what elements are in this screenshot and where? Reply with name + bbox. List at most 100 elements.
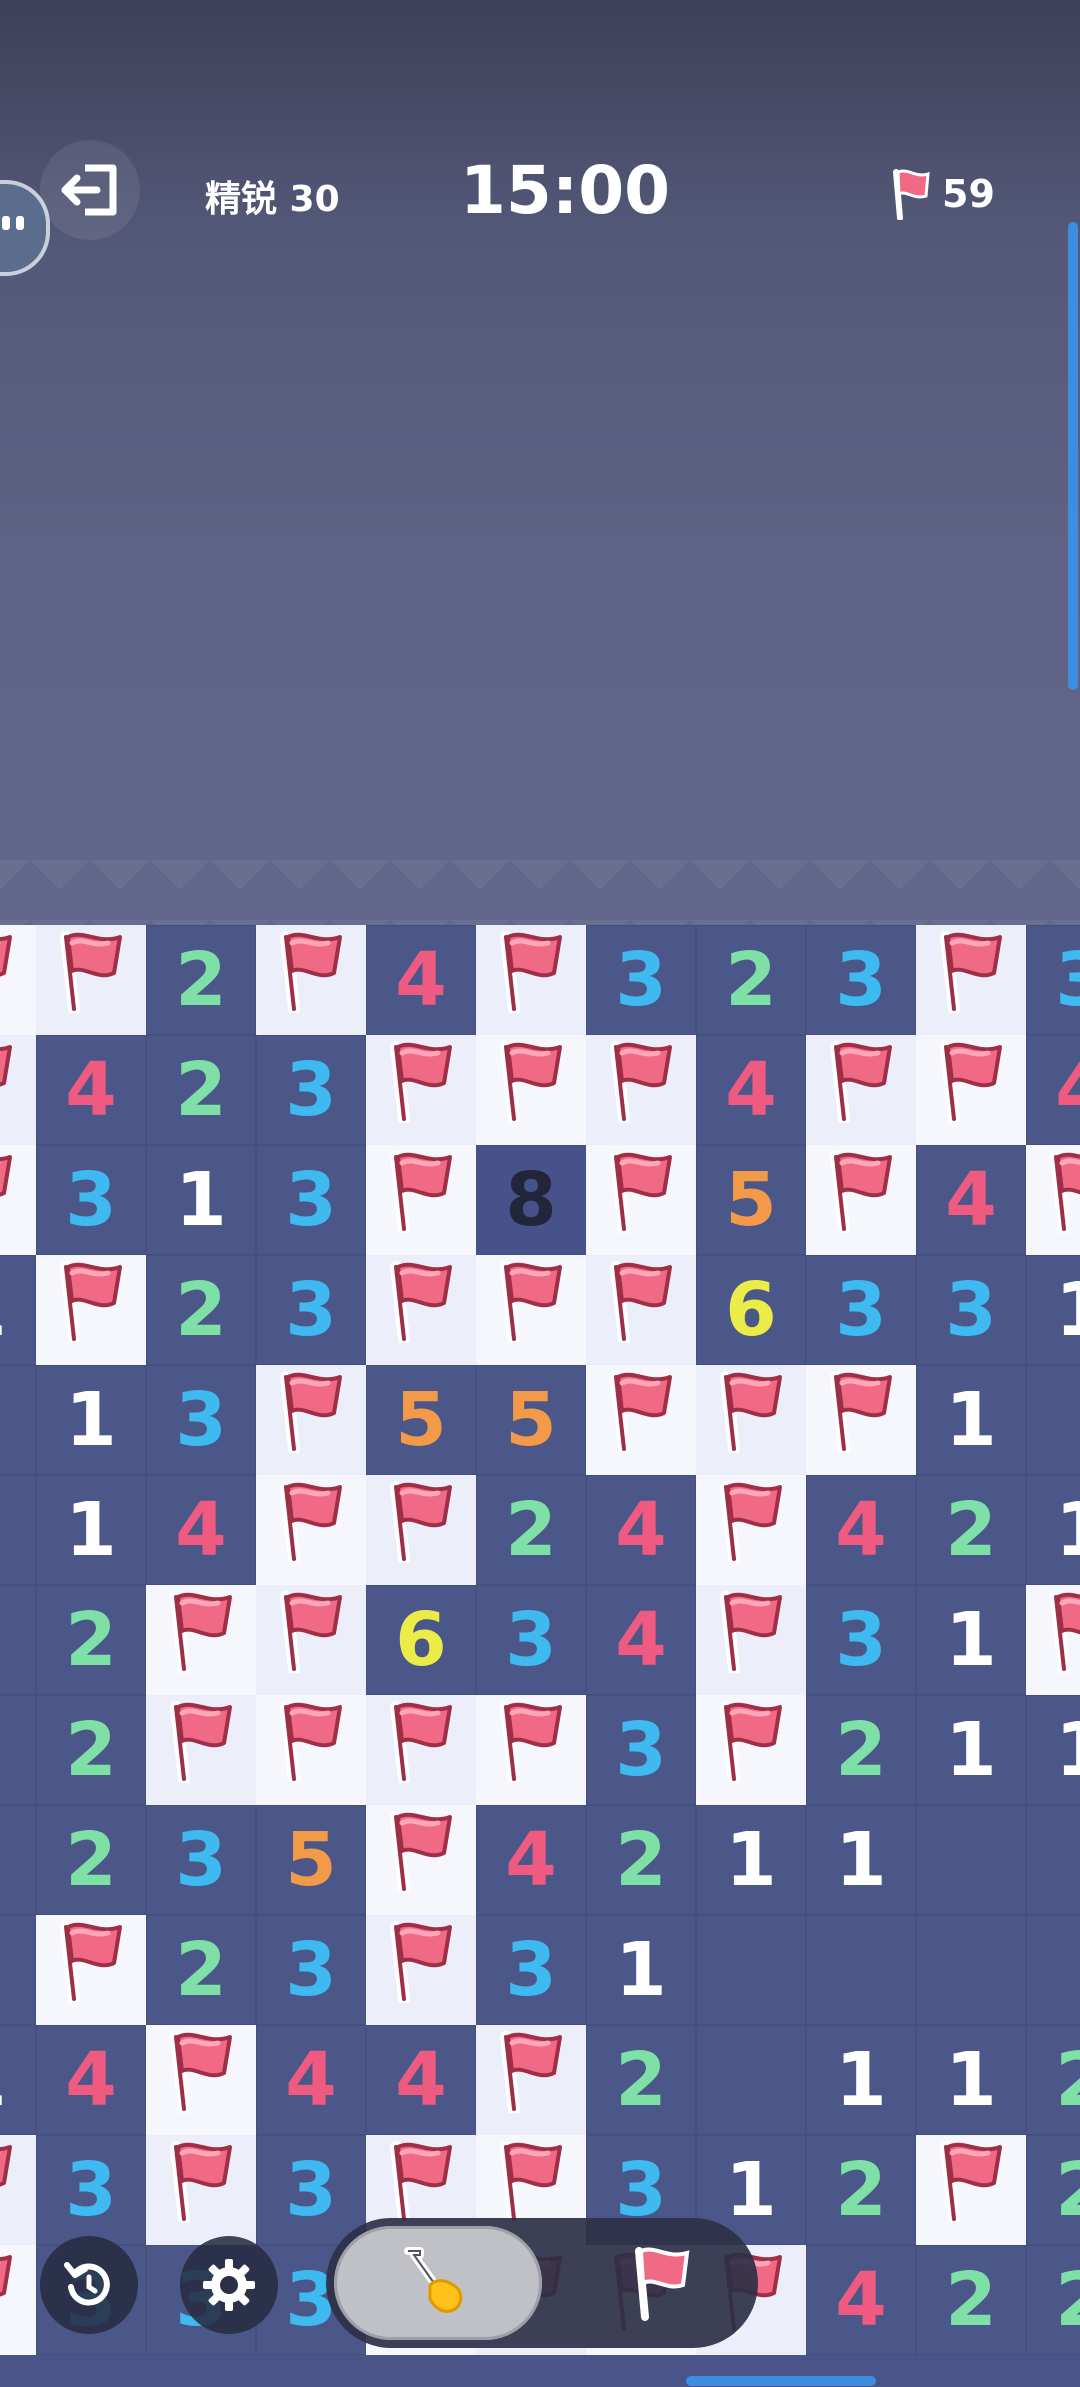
flagged-cell[interactable] xyxy=(586,1035,696,1145)
number-cell[interactable]: 3 xyxy=(256,1145,366,1255)
flagged-cell[interactable] xyxy=(146,1585,256,1695)
flagged-cell[interactable] xyxy=(0,2245,36,2355)
flagged-cell[interactable] xyxy=(696,1695,806,1805)
flagged-cell[interactable] xyxy=(366,1255,476,1365)
flagged-cell[interactable] xyxy=(366,1695,476,1805)
mode-toggle[interactable] xyxy=(326,2218,758,2348)
number-cell[interactable]: 6 xyxy=(696,1255,806,1365)
number-cell[interactable]: 4 xyxy=(806,1475,916,1585)
number-cell[interactable]: 1 xyxy=(146,1145,256,1255)
number-cell[interactable]: 2 xyxy=(1026,2245,1080,2355)
flagged-cell[interactable] xyxy=(0,1035,36,1145)
number-cell[interactable]: 5 xyxy=(696,1145,806,1255)
number-cell[interactable]: 1 xyxy=(586,1915,696,2025)
exit-button[interactable] xyxy=(40,140,140,240)
number-cell[interactable]: 4 xyxy=(366,925,476,1035)
minefield-board[interactable]: 2432334234431385412363311355114244212634… xyxy=(0,925,1080,2387)
flagged-cell[interactable] xyxy=(476,2025,586,2135)
number-cell[interactable]: 4 xyxy=(916,1145,1026,1255)
number-cell[interactable]: 3 xyxy=(256,1255,366,1365)
empty-cell[interactable] xyxy=(0,1365,36,1475)
number-cell[interactable]: 1 xyxy=(1026,1695,1080,1805)
number-cell[interactable]: 4 xyxy=(36,1035,146,1145)
number-cell[interactable]: 4 xyxy=(696,1035,806,1145)
number-cell[interactable]: 3 xyxy=(476,1915,586,2025)
flagged-cell[interactable] xyxy=(146,2135,256,2245)
flagged-cell[interactable] xyxy=(366,1915,476,2025)
number-cell[interactable]: 2 xyxy=(146,925,256,1035)
flagged-cell[interactable] xyxy=(916,1035,1026,1145)
flagged-cell[interactable] xyxy=(476,1035,586,1145)
flagged-cell[interactable] xyxy=(366,1805,476,1915)
number-cell[interactable]: 2 xyxy=(586,2025,696,2135)
empty-cell[interactable] xyxy=(0,1475,36,1585)
dig-mode-button[interactable] xyxy=(334,2226,542,2340)
number-cell[interactable]: 1 xyxy=(36,1365,146,1475)
flagged-cell[interactable] xyxy=(476,1695,586,1805)
empty-cell[interactable] xyxy=(806,1915,916,2025)
flagged-cell[interactable] xyxy=(256,925,366,1035)
number-cell[interactable]: 4 xyxy=(476,1805,586,1915)
flagged-cell[interactable] xyxy=(806,1365,916,1475)
number-cell[interactable]: 1 xyxy=(696,1805,806,1915)
number-cell[interactable]: 2 xyxy=(146,1035,256,1145)
flagged-cell[interactable] xyxy=(256,1695,366,1805)
flagged-cell[interactable] xyxy=(1026,1585,1080,1695)
empty-cell[interactable] xyxy=(696,2025,806,2135)
number-cell[interactable]: 2 xyxy=(36,1805,146,1915)
number-cell[interactable]: 5 xyxy=(366,1365,476,1475)
flagged-cell[interactable] xyxy=(0,2135,36,2245)
empty-cell[interactable] xyxy=(916,1915,1026,2025)
empty-cell[interactable] xyxy=(0,1585,36,1695)
number-cell[interactable]: 2 xyxy=(806,2135,916,2245)
flagged-cell[interactable] xyxy=(256,1475,366,1585)
empty-cell[interactable] xyxy=(696,1915,806,2025)
flagged-cell[interactable] xyxy=(366,1035,476,1145)
number-cell[interactable]: 3 xyxy=(586,925,696,1035)
number-cell[interactable]: 4 xyxy=(366,2025,476,2135)
flagged-cell[interactable] xyxy=(806,1145,916,1255)
flagged-cell[interactable] xyxy=(366,1145,476,1255)
flagged-cell[interactable] xyxy=(586,1255,696,1365)
flagged-cell[interactable] xyxy=(256,1365,366,1475)
number-cell[interactable]: 3 xyxy=(256,2135,366,2245)
number-cell[interactable]: 3 xyxy=(916,1255,1026,1365)
number-cell[interactable]: 1 xyxy=(916,2025,1026,2135)
empty-cell[interactable] xyxy=(916,1805,1026,1915)
flagged-cell[interactable] xyxy=(0,1145,36,1255)
empty-cell[interactable] xyxy=(0,1915,36,2025)
number-cell[interactable]: 1 xyxy=(806,2025,916,2135)
number-cell[interactable]: 2 xyxy=(696,925,806,1035)
flagged-cell[interactable] xyxy=(916,925,1026,1035)
empty-cell[interactable] xyxy=(1026,1805,1080,1915)
number-cell[interactable]: 1 xyxy=(1026,1475,1080,1585)
flagged-cell[interactable] xyxy=(0,925,36,1035)
flagged-cell[interactable] xyxy=(146,1695,256,1805)
number-cell[interactable]: 3 xyxy=(806,1585,916,1695)
number-cell[interactable]: 1 xyxy=(916,1365,1026,1475)
number-cell[interactable]: 2 xyxy=(916,2245,1026,2355)
flagged-cell[interactable] xyxy=(696,1475,806,1585)
flagged-cell[interactable] xyxy=(916,2135,1026,2245)
flagged-cell[interactable] xyxy=(36,1255,146,1365)
number-cell[interactable]: 1 xyxy=(806,1805,916,1915)
number-cell[interactable]: 2 xyxy=(586,1805,696,1915)
number-cell[interactable]: 2 xyxy=(146,1255,256,1365)
flagged-cell[interactable] xyxy=(696,1585,806,1695)
vertical-scrollbar[interactable] xyxy=(1068,222,1078,690)
number-cell[interactable]: 4 xyxy=(256,2025,366,2135)
number-cell[interactable]: 1 xyxy=(916,1695,1026,1805)
number-cell[interactable]: 5 xyxy=(256,1805,366,1915)
flagged-cell[interactable] xyxy=(36,1915,146,2025)
number-cell[interactable]: 3 xyxy=(256,1035,366,1145)
number-cell[interactable]: 2 xyxy=(1026,2135,1080,2245)
flagged-cell[interactable] xyxy=(256,1585,366,1695)
number-cell[interactable]: 4 xyxy=(146,1475,256,1585)
number-cell[interactable]: 1 xyxy=(916,1585,1026,1695)
number-cell[interactable]: 3 xyxy=(476,1585,586,1695)
number-cell[interactable]: 4 xyxy=(36,2025,146,2135)
number-cell[interactable]: 3 xyxy=(806,1255,916,1365)
flag-mode-button[interactable] xyxy=(592,2226,732,2340)
number-cell[interactable]: 3 xyxy=(256,1915,366,2025)
number-cell[interactable]: 2 xyxy=(806,1695,916,1805)
